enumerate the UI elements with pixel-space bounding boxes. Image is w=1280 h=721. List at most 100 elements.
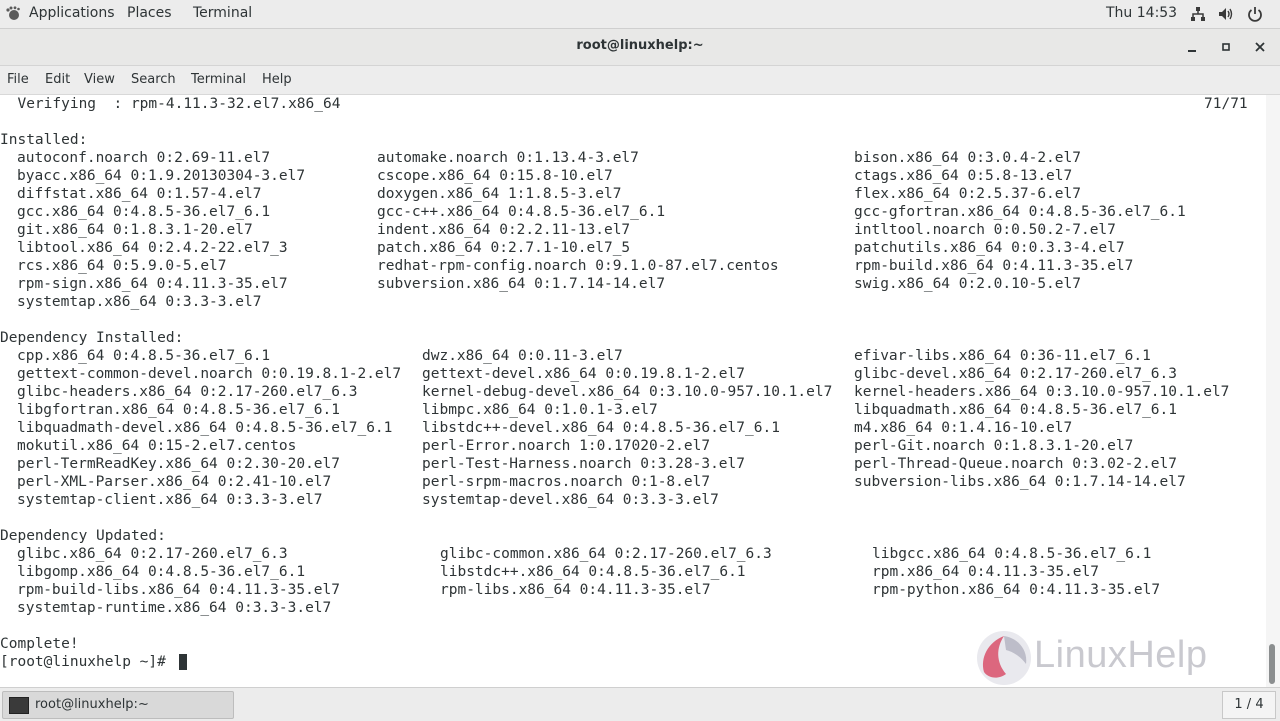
dependency-updated-package-entry: libgomp.x86_64 0:4.8.5-36.el7_6.1 [17, 564, 306, 580]
bottom-taskbar: root@linuxhelp:~ 1 / 4 [0, 687, 1280, 721]
dependency-updated-package-entry: glibc.x86_64 0:2.17-260.el7_6.3 [17, 546, 288, 562]
installed-package-entry: bison.x86_64 0:3.0.4-2.el7 [854, 150, 1081, 166]
installed-package-entry: intltool.noarch 0:0.50.2-7.el7 [854, 222, 1116, 238]
dependency-installed-package-entry: mokutil.x86_64 0:15-2.el7.centos [17, 438, 297, 454]
installed-package-entry: gcc.x86_64 0:4.8.5-36.el7_6.1 [17, 204, 271, 220]
installed-package-entry: subversion.x86_64 0:1.7.14-14.el7 [377, 276, 666, 292]
dependency-updated-package-entry: rpm-libs.x86_64 0:4.11.3-35.el7 [440, 582, 711, 598]
dependency-installed-package-entry: kernel-debug-devel.x86_64 0:3.10.0-957.1… [422, 384, 833, 400]
installed-package-entry: git.x86_64 0:1.8.3.1-20.el7 [17, 222, 253, 238]
dependency-updated-package-entry: rpm-python.x86_64 0:4.11.3-35.el7 [872, 582, 1161, 598]
installed-header: Installed: [0, 132, 88, 148]
progress-count: 71/71 [1204, 96, 1248, 112]
terminal-output[interactable]: Verifying : rpm-4.11.3-32.el7.x86_64 71/… [0, 95, 1266, 687]
linuxhelp-watermark: LinuxHelp [974, 628, 1234, 688]
dependency-installed-package-entry: perl-TermReadKey.x86_64 0:2.30-20.el7 [17, 456, 341, 472]
dependency-installed-package-entry: perl-Thread-Queue.noarch 0:3.02-2.el7 [854, 456, 1178, 472]
dependency-installed-package-entry: perl-Test-Harness.noarch 0:3.28-3.el7 [422, 456, 746, 472]
installed-package-entry: indent.x86_64 0:2.2.11-13.el7 [377, 222, 631, 238]
installed-package-entry: rpm-build.x86_64 0:4.11.3-35.el7 [854, 258, 1134, 274]
dependency-installed-package-entry: systemtap-devel.x86_64 0:3.3-3.el7 [422, 492, 719, 508]
dependency-installed-package-entry: glibc-headers.x86_64 0:2.17-260.el7_6.3 [17, 384, 358, 400]
taskbar-window-button[interactable]: root@linuxhelp:~ [2, 691, 234, 719]
dependency-installed-package-entry: dwz.x86_64 0:0.11-3.el7 [422, 348, 623, 364]
maximize-icon[interactable] [1218, 39, 1234, 55]
shell-prompt: [root@linuxhelp ~]# [0, 654, 175, 670]
window-title: root@linuxhelp:~ [576, 38, 704, 53]
dependency-installed-package-entry: kernel-headers.x86_64 0:3.10.0-957.10.1.… [854, 384, 1230, 400]
installed-package-entry: rpm-sign.x86_64 0:4.11.3-35.el7 [17, 276, 288, 292]
menu-bar: File Edit View Search Terminal Help [0, 66, 1280, 95]
installed-package-entry: cscope.x86_64 0:15.8-10.el7 [377, 168, 613, 184]
installed-package-entry: gcc-c++.x86_64 0:4.8.5-36.el7_6.1 [377, 204, 666, 220]
dependency-installed-package-entry: libstdc++-devel.x86_64 0:4.8.5-36.el7_6.… [422, 420, 780, 436]
linuxhelp-logo-icon [977, 631, 1031, 685]
dependency-installed-package-entry: libquadmath-devel.x86_64 0:4.8.5-36.el7_… [17, 420, 393, 436]
menu-terminal[interactable]: Terminal [191, 72, 246, 87]
dep-installed-header: Dependency Installed: [0, 330, 184, 346]
network-icon[interactable] [1190, 6, 1206, 22]
dependency-installed-package-entry: gettext-devel.x86_64 0:0.19.8.1-2.el7 [422, 366, 746, 382]
places-menu[interactable]: Places [127, 5, 172, 21]
installed-package-entry: diffstat.x86_64 0:1.57-4.el7 [17, 186, 262, 202]
window-titlebar[interactable]: root@linuxhelp:~ [0, 29, 1280, 66]
clock[interactable]: Thu 14:53 [1106, 5, 1177, 21]
installed-package-entry: ctags.x86_64 0:5.8-13.el7 [854, 168, 1073, 184]
menu-view[interactable]: View [84, 72, 115, 87]
installed-package-entry: systemtap.x86_64 0:3.3-3.el7 [17, 294, 262, 310]
dependency-updated-package-entry: libgcc.x86_64 0:4.8.5-36.el7_6.1 [872, 546, 1152, 562]
volume-icon[interactable] [1218, 6, 1234, 22]
installed-package-entry: autoconf.noarch 0:2.69-11.el7 [17, 150, 271, 166]
installed-package-entry: swig.x86_64 0:2.0.10-5.el7 [854, 276, 1081, 292]
scrollbar-track[interactable] [1266, 95, 1280, 687]
installed-package-entry: patchutils.x86_64 0:0.3.3-4.el7 [854, 240, 1125, 256]
installed-package-entry: gcc-gfortran.x86_64 0:4.8.5-36.el7_6.1 [854, 204, 1186, 220]
power-icon[interactable] [1247, 6, 1263, 22]
dependency-installed-package-entry: libmpc.x86_64 0:1.0.1-3.el7 [422, 402, 658, 418]
dependency-installed-package-entry: cpp.x86_64 0:4.8.5-36.el7_6.1 [17, 348, 271, 364]
dependency-installed-package-entry: efivar-libs.x86_64 0:36-11.el7_6.1 [854, 348, 1151, 364]
verifying-line: Verifying : rpm-4.11.3-32.el7.x86_64 [0, 96, 341, 112]
applications-menu[interactable]: Applications [29, 5, 115, 21]
installed-package-entry: patch.x86_64 0:2.7.1-10.el7_5 [377, 240, 631, 256]
installed-package-entry: doxygen.x86_64 1:1.8.5-3.el7 [377, 186, 622, 202]
watermark-text: LinuxHelp [1034, 634, 1208, 676]
terminal-app-menu[interactable]: Terminal [193, 5, 252, 21]
dependency-updated-package-entry: systemtap-runtime.x86_64 0:3.3-3.el7 [17, 600, 332, 616]
scrollbar-thumb[interactable] [1269, 644, 1275, 684]
dependency-installed-package-entry: perl-srpm-macros.noarch 0:1-8.el7 [422, 474, 711, 490]
menu-edit[interactable]: Edit [45, 72, 70, 87]
dependency-installed-package-entry: libquadmath.x86_64 0:4.8.5-36.el7_6.1 [854, 402, 1178, 418]
dependency-updated-package-entry: libstdc++.x86_64 0:4.8.5-36.el7_6.1 [440, 564, 746, 580]
installed-package-entry: flex.x86_64 0:2.5.37-6.el7 [854, 186, 1081, 202]
installed-package-entry: redhat-rpm-config.noarch 0:9.1.0-87.el7.… [377, 258, 779, 274]
dependency-installed-package-entry: libgfortran.x86_64 0:4.8.5-36.el7_6.1 [17, 402, 341, 418]
minimize-icon[interactable] [1184, 39, 1200, 55]
dependency-installed-package-entry: glibc-devel.x86_64 0:2.17-260.el7_6.3 [854, 366, 1178, 382]
dependency-installed-package-entry: gettext-common-devel.noarch 0:0.19.8.1-2… [17, 366, 402, 382]
dependency-installed-package-entry: systemtap-client.x86_64 0:3.3-3.el7 [17, 492, 323, 508]
installed-package-entry: libtool.x86_64 0:2.4.2-22.el7_3 [17, 240, 288, 256]
gnome-foot-icon [6, 6, 20, 20]
text-cursor [179, 654, 187, 670]
menu-file[interactable]: File [7, 72, 29, 87]
dependency-installed-package-entry: subversion-libs.x86_64 0:1.7.14-14.el7 [854, 474, 1186, 490]
dep-updated-header: Dependency Updated: [0, 528, 166, 544]
workspace-indicator[interactable]: 1 / 4 [1222, 691, 1276, 719]
installed-package-entry: rcs.x86_64 0:5.9.0-5.el7 [17, 258, 227, 274]
close-icon[interactable] [1252, 39, 1268, 55]
menu-search[interactable]: Search [131, 72, 176, 87]
dependency-installed-package-entry: perl-Error.noarch 1:0.17020-2.el7 [422, 438, 711, 454]
top-panel: Applications Places Terminal Thu 14:53 [0, 0, 1280, 29]
installed-package-entry: byacc.x86_64 0:1.9.20130304-3.el7 [17, 168, 306, 184]
menu-help[interactable]: Help [262, 72, 292, 87]
terminal-icon [9, 697, 29, 714]
dependency-updated-package-entry: rpm-build-libs.x86_64 0:4.11.3-35.el7 [17, 582, 341, 598]
dependency-updated-package-entry: rpm.x86_64 0:4.11.3-35.el7 [872, 564, 1099, 580]
dependency-installed-package-entry: perl-XML-Parser.x86_64 0:2.41-10.el7 [17, 474, 332, 490]
dependency-installed-package-entry: m4.x86_64 0:1.4.16-10.el7 [854, 420, 1073, 436]
dependency-installed-package-entry: perl-Git.noarch 0:1.8.3.1-20.el7 [854, 438, 1134, 454]
taskbar-window-label: root@linuxhelp:~ [35, 697, 149, 712]
dependency-updated-package-entry: glibc-common.x86_64 0:2.17-260.el7_6.3 [440, 546, 772, 562]
complete-line: Complete! [0, 636, 79, 652]
